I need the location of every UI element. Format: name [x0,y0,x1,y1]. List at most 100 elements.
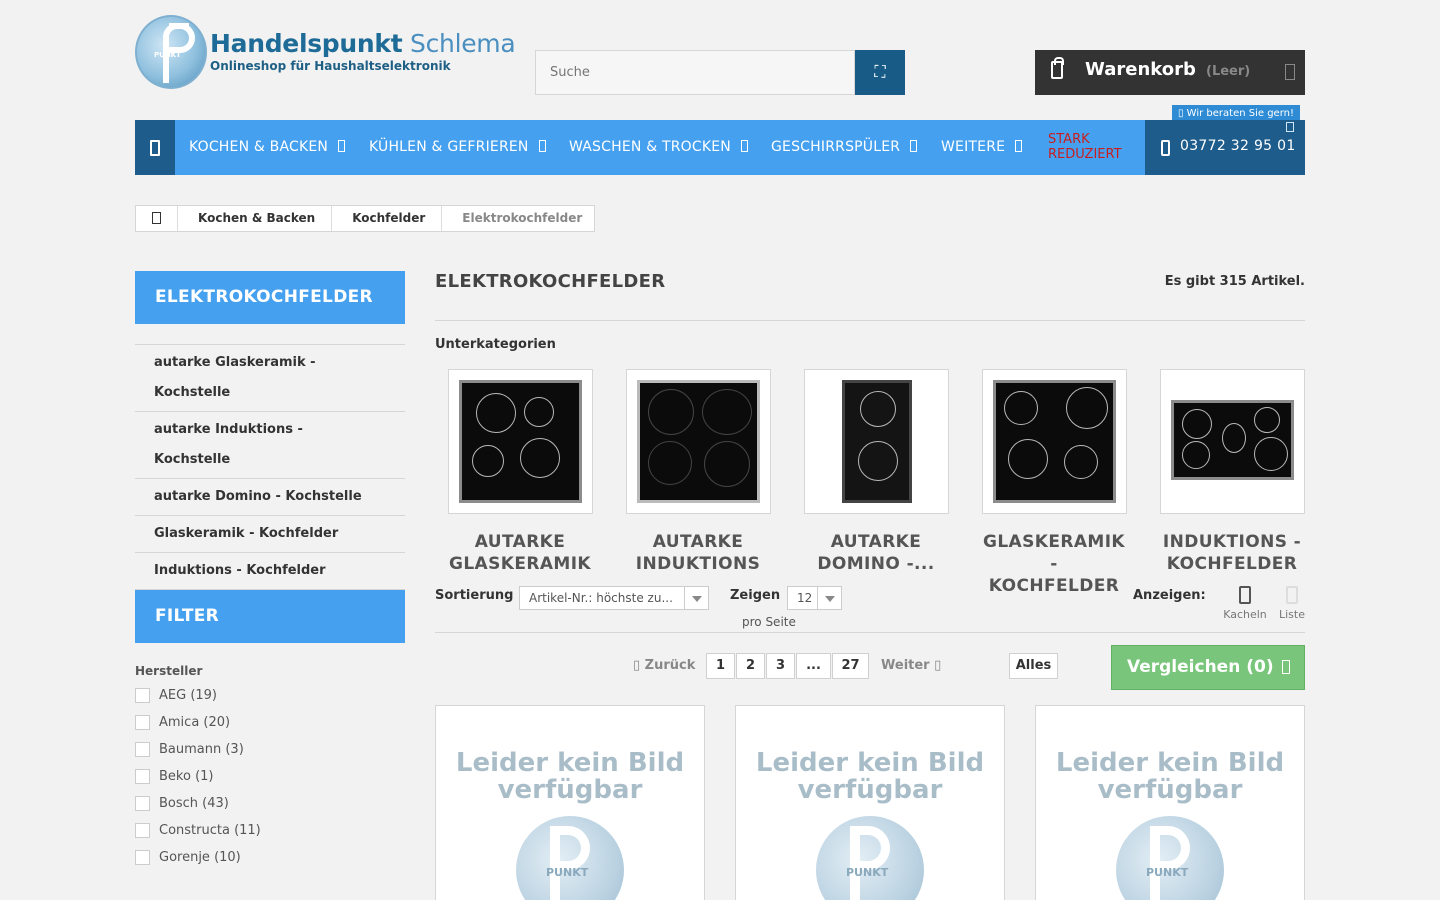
search-icon: ⛶ [874,63,886,81]
page-title: ELEKTROKOCHFELDER [435,271,666,292]
shopping-bag-icon [1051,57,1064,79]
sort-select[interactable]: Artikel-Nr.: höchste zu... [519,586,709,610]
manufacturer-filter[interactable]: Bosch (43) [135,793,405,820]
product-count: Es gibt 315 Artikel. [1164,274,1305,289]
view-list-button[interactable]: Liste [1270,586,1314,621]
subcategory-image[interactable] [626,369,771,514]
sidebar-subcategory-item[interactable]: Glaskeramik - Kochfelder [135,516,405,553]
subcategory-name[interactable]: AUTARKE GLASKERAMIK [435,531,605,575]
filter-group-label: Hersteller [135,664,203,678]
cooktop-image [637,380,760,503]
sidebar-subcategory-item[interactable]: autarke Domino - Kochstelle [135,479,405,516]
logo-subtitle: Onlineshop für Haushaltselektronik [210,59,451,73]
product-card[interactable]: Leider kein Bild verfügbar PUNKT [435,705,705,900]
product-card[interactable]: Leider kein Bild verfügbar PUNKT [735,705,1005,900]
page: PUNKT Handelspunkt Schlema Onlineshop fü… [0,0,1440,900]
grid-icon [1239,586,1251,604]
manufacturer-filter[interactable]: Gorenje (10) [135,847,405,874]
search-button[interactable]: ⛶ [855,50,905,95]
breadcrumb-item[interactable]: Kochfelder [332,206,443,231]
phone-contact[interactable]: 03772 32 95 01 [1145,120,1305,175]
checkbox[interactable] [135,850,150,865]
subcategory-name[interactable]: INDUKTIONS - KOCHFELDER [1147,531,1317,575]
nav-home-button[interactable] [135,120,175,175]
pagination-page[interactable]: 2 [736,653,765,679]
sidebar-subcategory-item[interactable]: Induktions - Kochfelder [135,553,405,590]
nav-item-kuehlen-gefrieren[interactable]: KÜHLEN & GEFRIEREN [369,120,546,175]
sidebar-subcategory-item[interactable]: autarke Glaskeramik - Kochstelle [135,345,405,412]
pagination-prev[interactable]: ▯ Zurück [633,658,695,673]
nav-item-kochen-backen[interactable]: KOCHEN & BACKEN [189,120,346,175]
search-bar: ⛶ [535,50,905,95]
checkbox[interactable] [135,823,150,838]
chevron-down-icon [1015,140,1023,152]
pagination-page[interactable]: 27 [832,653,869,679]
checkbox[interactable] [135,769,150,784]
subcategory-name[interactable]: AUTARKE INDUKTIONS [613,531,783,575]
pagination-page-current: 1 [706,653,735,679]
chevron-down-icon [538,140,546,152]
pagination-next[interactable]: Weiter ▯ [881,658,941,673]
placeholder-logo-icon: PUNKT [816,816,924,900]
cart-label: Warenkorb [1085,59,1196,80]
checkbox[interactable] [135,715,150,730]
product-card[interactable]: Leider kein Bild verfügbar PUNKT [1035,705,1305,900]
nav-item-weitere[interactable]: WEITERE [941,120,1023,175]
manufacturer-filter[interactable]: Baumann (3) [135,739,405,766]
manufacturer-filter[interactable]: Constructa (11) [135,820,405,847]
home-icon [152,212,161,224]
breadcrumb-current: Elektrokochfelder [462,211,583,225]
shop-logo[interactable]: PUNKT Handelspunkt Schlema Onlineshop fü… [135,15,516,90]
chevron-down-icon [1285,64,1295,80]
phone-icon [1161,140,1170,156]
manufacturer-filter[interactable]: Amica (20) [135,712,405,739]
per-page-label: pro Seite [742,615,796,629]
placeholder-logo-icon: PUNKT [1116,816,1224,900]
compare-button[interactable]: Vergleichen (0) [1111,645,1305,690]
cooktop-image [993,380,1116,503]
view-label: Anzeigen: [1133,588,1206,603]
show-all-button[interactable]: Alles [1009,653,1058,679]
sidebar-subcategory-list: autarke Glaskeramik - Kochstelle autarke … [135,344,405,590]
subcategory-image[interactable] [982,369,1127,514]
breadcrumb: Kochen & Backen Kochfelder Elektrokochfe… [135,205,596,232]
search-input[interactable] [535,50,855,95]
checkbox[interactable] [135,742,150,757]
divider [435,632,1305,633]
placeholder-logo-icon: PUNKT [516,816,624,900]
subcategory-image[interactable] [448,369,593,514]
cart-state: (Leer) [1206,64,1251,79]
manufacturer-filter[interactable]: Beko (1) [135,766,405,793]
checkbox[interactable] [135,796,150,811]
nav-item-geschirrspueler[interactable]: GESCHIRRSPÜLER [771,120,918,175]
per-page-select[interactable]: 12 [787,586,842,610]
chevron-right-icon [1282,660,1290,674]
subcategory-image[interactable] [804,369,949,514]
chevron-down-icon [1286,122,1294,132]
subcategory-image[interactable] [1160,369,1305,514]
phone-number: 03772 32 95 01 [1180,138,1296,154]
manufacturer-filter[interactable]: AEG (19) [135,685,405,712]
no-image-text: Leider kein Bild verfügbar [1055,748,1285,805]
view-grid-button[interactable]: Kacheln [1223,586,1267,621]
subcategory-name[interactable]: AUTARKE DOMINO -... [791,531,961,575]
breadcrumb-item[interactable]: Kochen & Backen [178,206,333,231]
nav-item-waschen-trocken[interactable]: WASCHEN & TROCKEN [569,120,748,175]
sidebar-subcategory-item[interactable]: autarke Induktions - Kochstelle [135,412,405,479]
nav-item-stark-reduziert[interactable]: STARK REDUZIERT [1048,132,1138,162]
chevron-down-icon [740,140,748,152]
checkbox[interactable] [135,688,150,703]
cooktop-image [459,380,582,503]
breadcrumb-home[interactable] [136,206,178,231]
sort-label: Sortierung [435,588,514,603]
sidebar-filter-title: FILTER [135,590,405,643]
cooktop-image [1171,400,1294,480]
cart-button[interactable]: Warenkorb (Leer) [1035,50,1305,95]
cooktop-image [842,380,912,503]
sort-bar: Sortierung Artikel-Nr.: höchste zu... Ze… [435,586,1305,632]
logo-title: Handelspunkt Schlema [210,29,516,58]
show-label: Zeigen [730,588,781,603]
pagination-ellipsis: ... [796,653,831,679]
pagination-page[interactable]: 3 [766,653,795,679]
chevron-down-icon [684,587,708,609]
